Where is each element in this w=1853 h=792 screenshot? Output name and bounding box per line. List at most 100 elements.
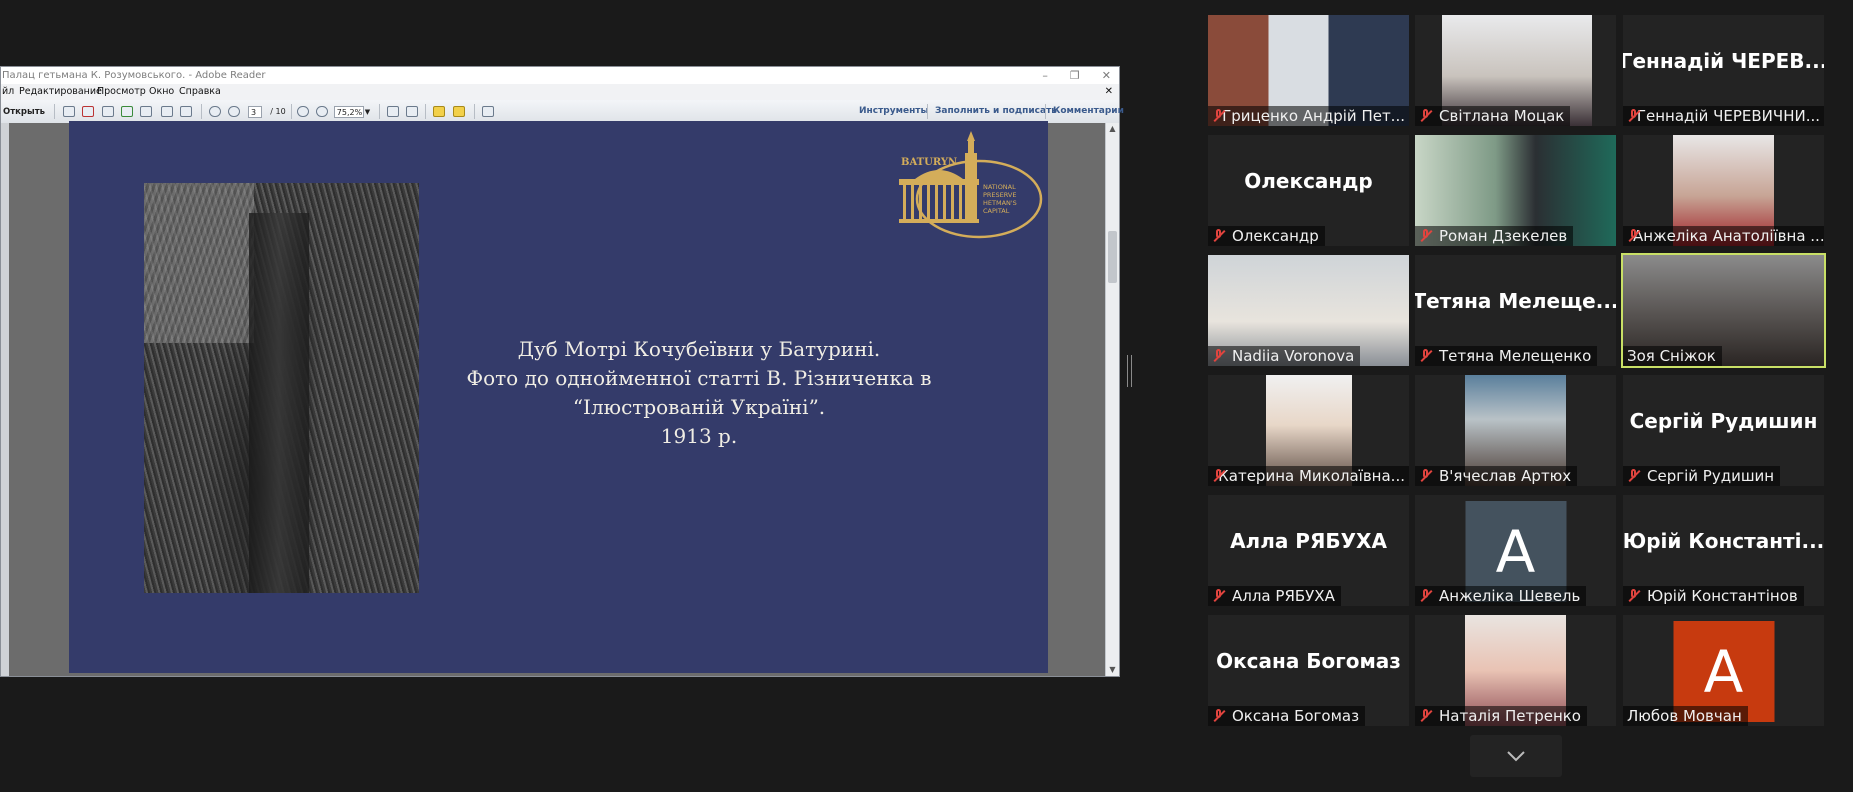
upload-icon[interactable] (120, 105, 134, 118)
page-number-field[interactable]: 3 (248, 105, 262, 118)
close-icon[interactable]: ✕ (1102, 67, 1111, 84)
menu-edit[interactable]: Редактирование (19, 84, 102, 100)
participant-display-name: Олександр (1244, 168, 1373, 193)
logo-line-1: NATIONAL (983, 183, 1016, 191)
participant-name-label: Nadiia Voronova (1208, 346, 1361, 366)
zoom-dropdown-icon[interactable]: ▼ (365, 108, 370, 116)
participant-name: Катерина Миколаївна... (1218, 467, 1405, 485)
participant-name-label: Оксана Богомаз (1208, 706, 1366, 726)
participant-display-name: Оксана Богомаз (1216, 648, 1401, 673)
prev-page-icon[interactable] (208, 105, 222, 118)
fit-width-icon[interactable] (386, 105, 400, 118)
page-number-input[interactable]: 3 (247, 105, 263, 118)
participant-tile[interactable]: Катерина Миколаївна... (1208, 375, 1409, 486)
zoom-value[interactable]: 75,2% (333, 105, 364, 118)
logo-line-3: HETMAN'S (983, 199, 1017, 207)
zoom-in-icon[interactable] (315, 105, 329, 118)
participant-name-label: Світлана Моцак (1415, 106, 1571, 126)
participant-name: Наталія Петренко (1439, 707, 1581, 725)
edit-icon[interactable] (101, 105, 115, 118)
participant-tile[interactable]: Анжеліка Анатоліївна ... (1623, 135, 1824, 246)
participant-tile[interactable]: Юрій Константі... Юрій Константінов (1623, 495, 1824, 606)
participant-tile[interactable]: Наталія Петренко (1415, 615, 1616, 726)
participant-name-label: Роман Дзекелев (1415, 226, 1574, 246)
open-label: Открыть (3, 106, 45, 117)
scroll-down-icon[interactable]: ▼ (1106, 664, 1119, 676)
participant-display-name: Юрій Константі... (1623, 528, 1824, 553)
participant-name: Любов Мовчан (1627, 707, 1742, 725)
vertical-scrollbar[interactable]: ▲ ▼ (1105, 123, 1119, 676)
next-page-icon[interactable] (227, 105, 241, 118)
expand-icon[interactable] (481, 105, 495, 118)
participant-tile[interactable]: Роман Дзекелев (1415, 135, 1616, 246)
participant-tile[interactable]: Сергій Рудишин Сергій Рудишин (1623, 375, 1824, 486)
mic-muted-icon (1627, 469, 1641, 483)
acrobat-icon[interactable] (81, 105, 95, 118)
mic-muted-icon (1212, 109, 1222, 123)
fill-sign-button[interactable]: Заполнить и подписать (935, 100, 1057, 123)
comments-button[interactable]: Комментарии (1053, 100, 1124, 123)
participant-name: Nadiia Voronova (1232, 347, 1355, 365)
participant-tile[interactable]: Оксана Богомаз Оксана Богомаз (1208, 615, 1409, 726)
menu-window[interactable]: Окно (149, 84, 174, 100)
participant-tile[interactable]: Зоя Сніжок (1621, 253, 1826, 368)
oak-photo (144, 183, 419, 593)
restore-icon[interactable]: ❐ (1070, 67, 1080, 84)
mic-muted-icon (1419, 589, 1433, 603)
participant-tile[interactable]: А Любов Мовчан (1623, 615, 1824, 726)
participant-display-name: Тетяна Мелеще... (1415, 288, 1616, 313)
participant-tile[interactable]: Тетяна Мелеще... Тетяна Мелещенко (1415, 255, 1616, 366)
participant-tile[interactable]: Nadiia Voronova (1208, 255, 1409, 366)
scroll-up-icon[interactable]: ▲ (1106, 123, 1119, 135)
participant-name-label: Юрій Константінов (1623, 586, 1804, 606)
participant-name-label: Зоя Сніжок (1623, 346, 1722, 366)
mic-muted-icon (1627, 589, 1641, 603)
mic-muted-icon (1212, 589, 1226, 603)
mic-muted-icon (1419, 109, 1433, 123)
minimize-icon[interactable]: – (1042, 67, 1048, 84)
mic-muted-icon (1212, 349, 1226, 363)
caption-line-2: Фото до однойменної статті В. Різниченка… (466, 366, 932, 390)
participant-name: В'ячеслав Артюх (1439, 467, 1572, 485)
document-close-icon[interactable]: ✕ (1105, 84, 1113, 100)
comment-icon[interactable] (432, 105, 446, 118)
print-icon[interactable] (160, 105, 174, 118)
menu-help[interactable]: Справка (179, 84, 221, 100)
participant-name: Анжеліка Шевель (1439, 587, 1581, 605)
participant-name-label: Сергій Рудишин (1623, 466, 1781, 486)
participant-tile[interactable]: Алла РЯБУХА Алла РЯБУХА (1208, 495, 1409, 606)
save-icon[interactable] (139, 105, 153, 118)
logo-line-2: PRESERVE (983, 191, 1017, 199)
participant-name: Алла РЯБУХА (1232, 587, 1335, 605)
participant-tile[interactable]: Олександр Олександр (1208, 135, 1409, 246)
highlight-icon[interactable] (452, 105, 466, 118)
caption-line-1: Дуб Мотрі Кочубеївни у Батурині. (517, 337, 881, 361)
menu-file[interactable]: йл (2, 84, 14, 100)
participant-tile[interactable]: Геннадій ЧЕРЕВ... Геннадій ЧЕРЕВИЧНИ... (1623, 15, 1824, 126)
menu-view[interactable]: Просмотр (97, 84, 146, 100)
participant-name-label: Катерина Миколаївна... (1208, 466, 1409, 486)
fit-page-icon[interactable] (405, 105, 419, 118)
split-resize-handle[interactable] (1127, 355, 1132, 387)
participant-name-label: Геннадій ЧЕРЕВИЧНИ... (1623, 106, 1824, 126)
participant-name: Роман Дзекелев (1439, 227, 1568, 245)
email-icon[interactable] (179, 105, 193, 118)
participant-tile[interactable]: А Анжеліка Шевель (1415, 495, 1616, 606)
open-button[interactable]: Открыть (1, 105, 47, 118)
participant-tile[interactable]: В'ячеслав Артюх (1415, 375, 1616, 486)
mic-muted-icon (1419, 349, 1433, 363)
participant-name-label: Наталія Петренко (1415, 706, 1587, 726)
scroll-thumb[interactable] (1108, 231, 1117, 283)
zoom-out-icon[interactable] (296, 105, 310, 118)
participant-tile[interactable]: Світлана Моцак (1415, 15, 1616, 126)
zoom-select[interactable]: 75,2% ▼ (332, 105, 372, 118)
participant-tile[interactable]: Гриценко Андрій Пет... (1208, 15, 1409, 126)
participant-name: Гриценко Андрій Пет... (1222, 107, 1405, 125)
page-total-label: / 10 (270, 107, 286, 116)
show-more-button[interactable] (1470, 735, 1562, 777)
participant-name: Оксана Богомаз (1232, 707, 1360, 725)
create-pdf-icon[interactable] (62, 105, 76, 118)
tools-button[interactable]: Инструменты (859, 100, 929, 123)
participant-name: Олександр (1232, 227, 1319, 245)
participant-display-name: Алла РЯБУХА (1230, 528, 1387, 553)
